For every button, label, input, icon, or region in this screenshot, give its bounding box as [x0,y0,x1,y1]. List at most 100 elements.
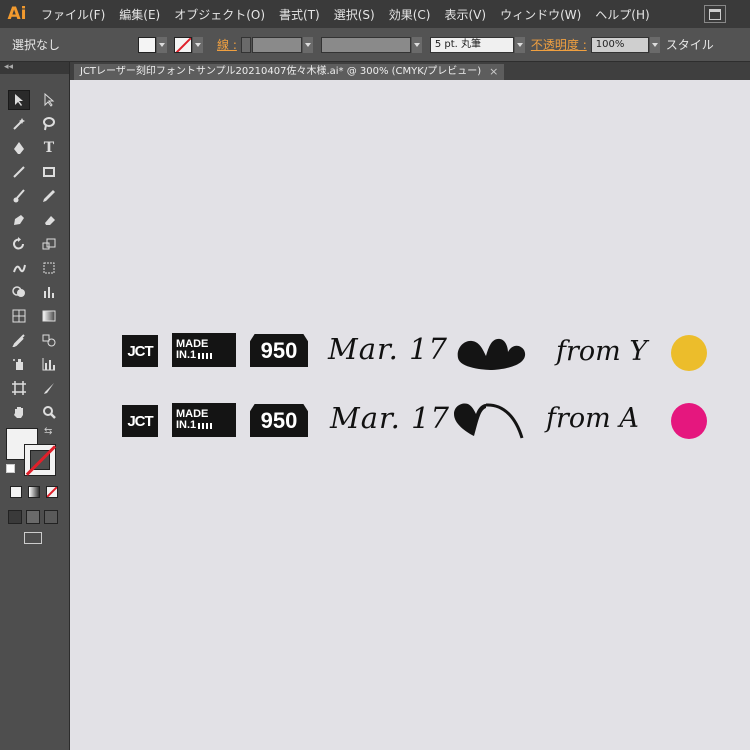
free-transform-tool[interactable] [38,258,60,278]
pen-tool[interactable] [8,138,30,158]
draw-inside-icon[interactable] [44,510,58,524]
pencil-tool[interactable] [38,186,60,206]
stroke-weight-stepper[interactable] [240,36,251,53]
color-mode-button[interactable] [10,486,22,498]
paintbrush-tool[interactable] [8,186,30,206]
menu-select[interactable]: 選択(S) [327,6,382,23]
panel-collapse-button[interactable]: ◂◂ [0,62,69,74]
eyedropper-tool[interactable] [8,330,30,350]
menu-bar: Ai ファイル(F) 編集(E) オブジェクト(O) 書式(T) 選択(S) 効… [0,0,750,28]
pencil-icon [43,190,55,202]
slice-tool[interactable] [38,378,60,398]
half-heart-arc-shape[interactable] [452,400,526,442]
menu-view[interactable]: 表示(V) [437,6,493,23]
number-logo[interactable]: 950 [250,404,308,437]
document-title: JCTレーザー刻印フォントサンプル20210407佐々木様.ai* @ 300%… [80,66,482,77]
artboard-tool[interactable] [8,378,30,398]
rectangle-tool[interactable] [38,162,60,182]
brush-dropdown-icon[interactable] [514,36,525,53]
handwritten-from[interactable]: from Y [556,336,647,367]
gradient-mode-button[interactable] [28,486,40,498]
rotate-tool[interactable] [8,234,30,254]
stroke-weight-dropdown-icon[interactable] [302,36,313,53]
profile-dropdown-icon[interactable] [411,36,422,53]
opacity-label[interactable]: 不透明度 : [531,36,587,53]
direct-selection-tool[interactable] [38,90,60,110]
blend-tool[interactable] [38,330,60,350]
handwritten-from[interactable]: from A [546,403,639,434]
slice-knife-icon [44,383,54,394]
jct-logo[interactable]: JCT [122,335,158,367]
brush-definition[interactable]: 5 pt. 丸筆 [429,36,514,53]
workspace-switcher-icon[interactable] [704,5,726,23]
stroke-color-swatch[interactable] [174,36,193,53]
hand-icon [14,407,23,418]
fill-dropdown-icon[interactable] [157,36,168,53]
jct-logo[interactable]: JCT [122,405,158,437]
made-in-logo[interactable]: MADE IN.1 [172,333,236,367]
color-dot-magenta[interactable] [671,403,707,439]
bar-graph-icon [44,287,54,298]
barcode-icon [198,352,213,359]
brush-icon [13,189,25,203]
made-in-logo[interactable]: MADE IN.1 [172,403,236,437]
menu-effect[interactable]: 効果(C) [382,6,438,23]
free-transform-icon [43,262,55,274]
symbol-sprayer-tool[interactable] [8,354,30,374]
magic-wand-tool[interactable] [8,114,30,134]
arrow-icon [15,94,23,106]
scale-tool[interactable] [38,234,60,254]
screen-mode-icon[interactable] [24,532,42,544]
mesh-tool[interactable] [8,306,30,326]
type-icon: T [43,140,55,156]
artboard-icon [12,381,26,395]
type-tool[interactable]: T [38,138,60,158]
magic-wand-icon [13,118,25,130]
opacity-field[interactable]: 100% [590,36,649,53]
blob-brush-tool[interactable] [8,210,30,230]
line-tool[interactable] [8,162,30,182]
stroke-weight-label[interactable]: 線 : [217,36,237,53]
menu-file[interactable]: ファイル(F) [34,6,112,23]
zoom-tool[interactable] [38,402,60,422]
swap-fill-stroke-icon[interactable]: ⇆ [44,426,52,437]
handwritten-date[interactable]: Mar. 17 [328,332,448,366]
menu-edit[interactable]: 編集(E) [112,6,167,23]
fill-color-swatch[interactable] [138,36,157,53]
opacity-dropdown-icon[interactable] [649,36,660,53]
lasso-tool[interactable] [38,114,60,134]
variable-width-profile[interactable] [320,36,411,53]
style-label[interactable]: スタイル [666,36,714,53]
gradient-tool[interactable] [38,306,60,326]
selection-tool[interactable] [8,90,30,110]
draw-normal-icon[interactable] [8,510,22,524]
menu-help[interactable]: ヘルプ(H) [588,6,656,23]
stroke-weight-field[interactable] [251,36,302,53]
number-logo[interactable]: 950 [250,334,308,367]
menu-window[interactable]: ウィンドウ(W) [493,6,588,23]
menu-object[interactable]: オブジェクト(O) [167,6,272,23]
stroke-color-box[interactable] [24,444,56,476]
document-tab[interactable]: JCTレーザー刻印フォントサンプル20210407佐々木様.ai* @ 300%… [74,64,505,80]
column-graph-tool[interactable] [38,354,60,374]
tools-panel: ◂◂ T ⇆ [0,62,70,750]
warp-tool[interactable] [8,258,30,278]
none-mode-button[interactable] [46,486,58,498]
close-tab-icon[interactable]: × [489,64,498,80]
stroke-dropdown-icon[interactable] [193,36,204,53]
handwritten-date[interactable]: Mar. 17 [330,401,450,435]
shape-builder-tool[interactable] [8,282,30,302]
menu-type[interactable]: 書式(T) [272,6,327,23]
graph-tool[interactable] [38,282,60,302]
double-heart-shape[interactable] [456,336,528,372]
draw-behind-icon[interactable] [26,510,40,524]
artboard-canvas[interactable]: JCT MADE IN.1 950 Mar. 17 from Y JCT MAD… [70,80,750,750]
blend-icon [42,334,56,347]
color-dot-yellow[interactable] [671,335,707,371]
default-colors-icon[interactable] [6,464,15,473]
selection-status: 選択なし [12,38,61,52]
hand-tool[interactable] [8,402,30,422]
eraser-tool[interactable] [38,210,60,230]
pen-icon [14,142,24,154]
rotate-icon [13,237,24,250]
